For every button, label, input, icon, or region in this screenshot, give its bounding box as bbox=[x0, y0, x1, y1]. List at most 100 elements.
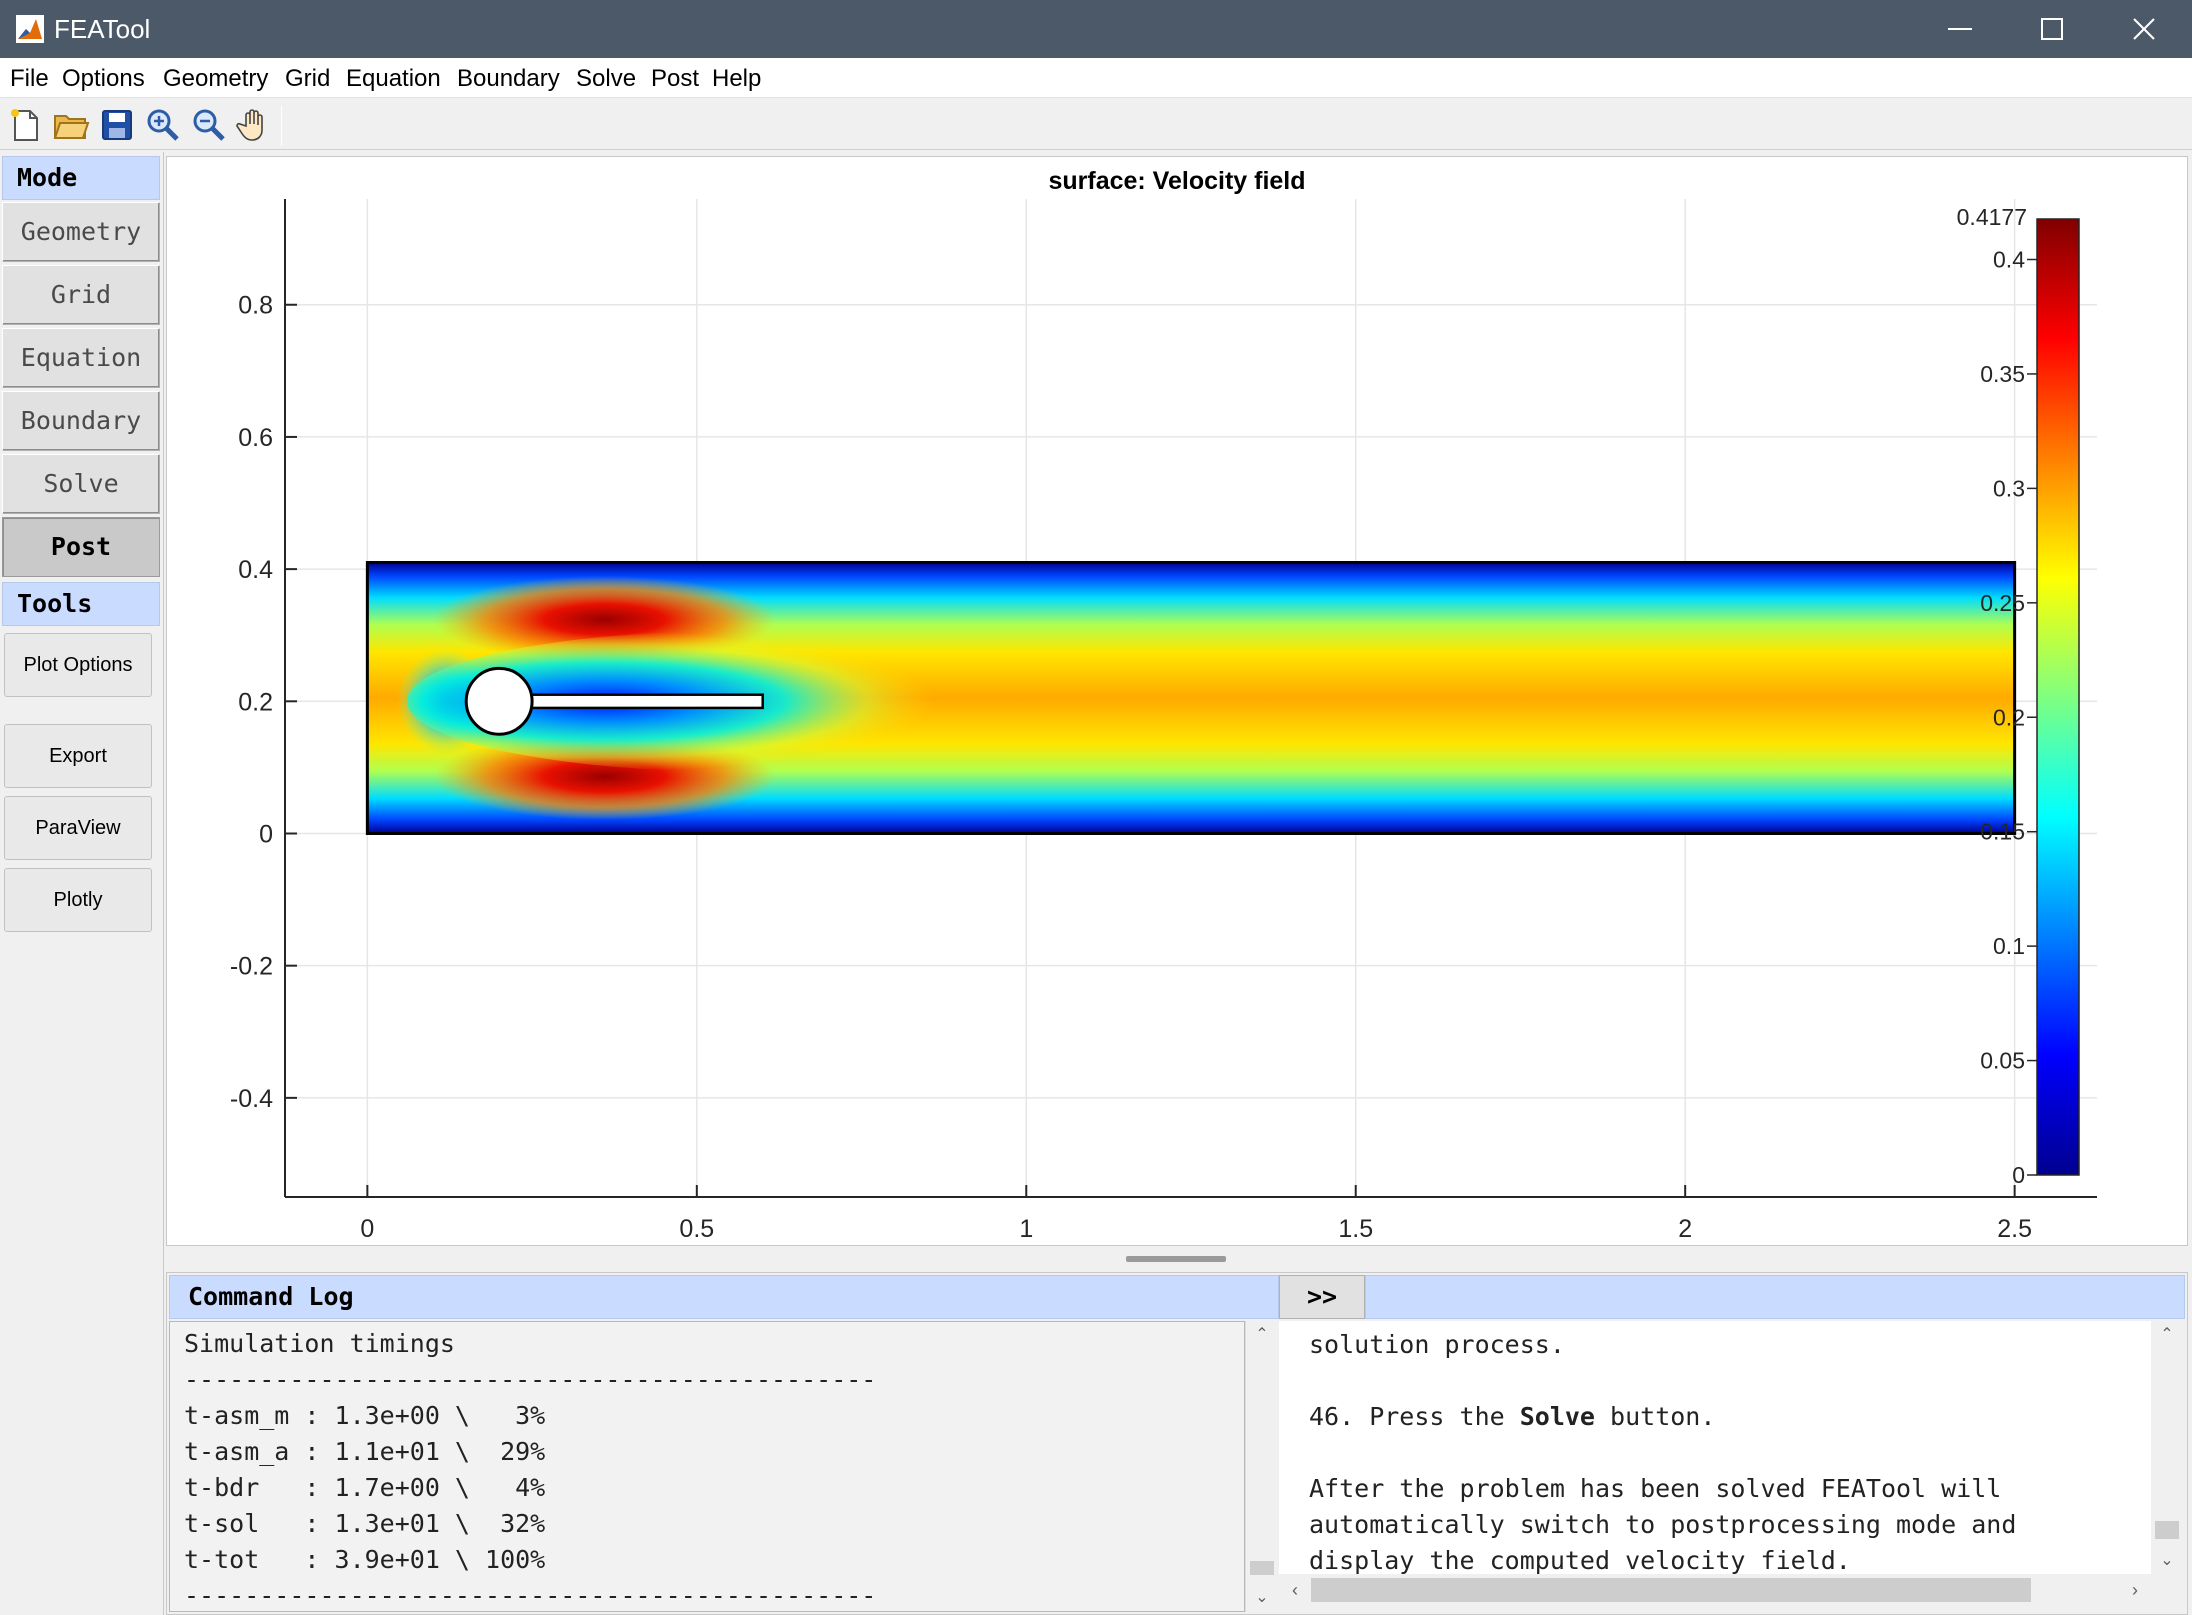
cylinder-obstacle bbox=[464, 666, 534, 736]
colorbar-tick-label: 0 bbox=[2012, 1162, 2025, 1188]
new-file-icon[interactable] bbox=[6, 106, 44, 144]
colorbar-tick-label: 0.2 bbox=[1993, 704, 2025, 730]
scroll-up-arrow-icon[interactable]: ⌃ bbox=[1246, 1323, 1278, 1347]
command-log-line: ----------------------------------------… bbox=[184, 1365, 877, 1394]
colorbar-tick-label: 0.15 bbox=[1980, 819, 2025, 845]
mode-header: Mode bbox=[2, 156, 160, 200]
menu-options[interactable]: Options bbox=[62, 64, 145, 94]
zoom-in-icon[interactable] bbox=[144, 106, 182, 144]
mode-button-boundary[interactable]: Boundary bbox=[2, 391, 160, 451]
scroll-down-arrow-icon[interactable]: ⌄ bbox=[2151, 1549, 2183, 1573]
toolbar-separator bbox=[281, 106, 282, 146]
help-text: solution process. 46. Press the Solve bu… bbox=[1309, 1327, 2016, 1574]
mode-button-equation[interactable]: Equation bbox=[2, 328, 160, 388]
maximize-button[interactable] bbox=[2006, 0, 2098, 58]
scroll-down-arrow-icon[interactable]: ⌄ bbox=[1246, 1586, 1278, 1610]
x-tick-label: 2.5 bbox=[1997, 1215, 2032, 1243]
panel-splitter[interactable] bbox=[166, 1250, 2188, 1268]
velocity-field-plot[interactable]: 0 0.5 1 1.5 2 2.5 -0.4 -0.2 0 0.2 0.4 0.6 0.8 0.4177… bbox=[167, 157, 2187, 1245]
help-horizontal-scrollbar[interactable]: ‹ › bbox=[1279, 1574, 2151, 1606]
scroll-right-arrow-icon[interactable]: › bbox=[2119, 1574, 2151, 1606]
menu-equation[interactable]: Equation bbox=[346, 64, 441, 94]
featool-logo-icon bbox=[16, 15, 44, 43]
x-tick-label: 0.5 bbox=[679, 1215, 714, 1243]
elastic-flag bbox=[497, 693, 764, 710]
scroll-thumb[interactable] bbox=[1250, 1561, 1274, 1575]
minimize-icon bbox=[1948, 28, 1972, 30]
command-log-line: t-asm_a : 1.1e+01 \ 29% bbox=[184, 1437, 546, 1466]
x-tick-label: 1.5 bbox=[1338, 1215, 1373, 1243]
y-tick-label: -0.4 bbox=[230, 1085, 273, 1113]
plot-options-button[interactable]: Plot Options bbox=[4, 633, 152, 697]
y-tick-label: 0.8 bbox=[238, 292, 273, 320]
command-log-line: t-sol : 1.3e+01 \ 32% bbox=[184, 1509, 546, 1538]
command-log-line: t-bdr : 1.7e+00 \ 4% bbox=[184, 1473, 546, 1502]
colorbar-tick-label: 0.4 bbox=[1993, 247, 2025, 273]
plot-panel: 0 0.5 1 1.5 2 2.5 -0.4 -0.2 0 0.2 0.4 0.6 0.8 0.4177… bbox=[166, 156, 2188, 1246]
y-tick-label: -0.2 bbox=[230, 953, 273, 981]
help-line: automatically switch to postprocessing m… bbox=[1309, 1510, 2017, 1539]
command-log-line: ----------------------------------------… bbox=[184, 1581, 877, 1610]
command-log-line: Simulation timings bbox=[184, 1329, 455, 1358]
mode-button-grid[interactable]: Grid bbox=[2, 265, 160, 325]
x-tick-label: 0 bbox=[360, 1215, 374, 1243]
mode-button-post[interactable]: Post bbox=[2, 517, 160, 577]
minimize-button[interactable] bbox=[1914, 0, 2006, 58]
command-log[interactable]: Simulation timings ----------------------… bbox=[169, 1321, 1245, 1612]
help-scrollbar[interactable]: ⌃ ⌄ bbox=[2151, 1321, 2183, 1574]
open-folder-icon[interactable] bbox=[52, 106, 90, 144]
x-tick-label: 2 bbox=[1678, 1215, 1692, 1243]
command-log-header: Command Log bbox=[169, 1275, 1279, 1319]
export-button[interactable]: Export bbox=[4, 724, 152, 788]
close-button[interactable] bbox=[2098, 0, 2190, 58]
pan-hand-icon[interactable] bbox=[236, 106, 274, 144]
colorbar-max-label: 0.4177 bbox=[1957, 204, 2027, 230]
menu-boundary[interactable]: Boundary bbox=[457, 64, 560, 94]
menu-bar: File Options Geometry Grid Equation Boun… bbox=[0, 58, 2192, 98]
splitter-grip[interactable] bbox=[1126, 1256, 1226, 1262]
tools-header: Tools bbox=[2, 582, 160, 626]
plot-title: surface: Velocity field bbox=[1048, 167, 1305, 195]
help-step-suffix: button. bbox=[1594, 1402, 1716, 1431]
close-icon bbox=[2133, 18, 2155, 40]
maximize-icon bbox=[2041, 18, 2063, 40]
y-tick-label: 0.2 bbox=[238, 688, 273, 716]
scroll-thumb[interactable] bbox=[1311, 1578, 2031, 1602]
y-tick-label: 0.6 bbox=[238, 424, 273, 452]
menu-solve[interactable]: Solve bbox=[576, 64, 636, 94]
help-text-panel[interactable]: solution process. 46. Press the Solve bu… bbox=[1279, 1321, 2151, 1574]
colorbar-tick-label: 0.25 bbox=[1980, 590, 2025, 616]
y-tick-label: 0 bbox=[259, 820, 273, 848]
colorbar-tick-label: 0.3 bbox=[1993, 475, 2025, 501]
scroll-left-arrow-icon[interactable]: ‹ bbox=[1279, 1574, 1311, 1606]
help-line: solution process. bbox=[1309, 1330, 1565, 1359]
toolbar bbox=[0, 100, 2192, 150]
menu-file[interactable]: File bbox=[10, 64, 49, 94]
command-log-line: t-tot : 3.9e+01 \ 100% bbox=[184, 1545, 546, 1574]
colorbar bbox=[2036, 218, 2080, 1176]
save-icon[interactable] bbox=[98, 106, 136, 144]
left-panel: Mode Geometry Grid Equation Boundary Sol… bbox=[0, 152, 164, 1615]
menu-geometry[interactable]: Geometry bbox=[163, 64, 268, 94]
plotly-button[interactable]: Plotly bbox=[4, 868, 152, 932]
colorbar-tick-label: 0.05 bbox=[1980, 1048, 2025, 1074]
mode-button-geometry[interactable]: Geometry bbox=[2, 202, 160, 262]
help-line: display the computed velocity field. bbox=[1309, 1546, 1851, 1574]
help-header bbox=[1365, 1275, 2185, 1319]
menu-help[interactable]: Help bbox=[712, 64, 761, 94]
expand-help-button[interactable]: >> bbox=[1279, 1275, 1365, 1319]
y-tick-label: 0.4 bbox=[238, 556, 273, 584]
scroll-thumb[interactable] bbox=[2155, 1521, 2179, 1539]
zoom-out-icon[interactable] bbox=[190, 106, 228, 144]
mode-button-solve[interactable]: Solve bbox=[2, 454, 160, 514]
menu-grid[interactable]: Grid bbox=[285, 64, 330, 94]
colorbar-tick-label: 0.1 bbox=[1993, 933, 2025, 959]
help-step-prefix: 46. Press the bbox=[1309, 1402, 1520, 1431]
scroll-up-arrow-icon[interactable]: ⌃ bbox=[2151, 1323, 2183, 1347]
help-step-bold: Solve bbox=[1519, 1402, 1595, 1431]
command-log-scrollbar[interactable]: ⌃ ⌄ bbox=[1245, 1321, 1277, 1612]
paraview-button[interactable]: ParaView bbox=[4, 796, 152, 860]
help-line: After the problem has been solved FEAToo… bbox=[1309, 1474, 2002, 1503]
menu-post[interactable]: Post bbox=[651, 64, 699, 94]
bottom-panel: Command Log >> Simulation timings -------… bbox=[166, 1272, 2188, 1615]
